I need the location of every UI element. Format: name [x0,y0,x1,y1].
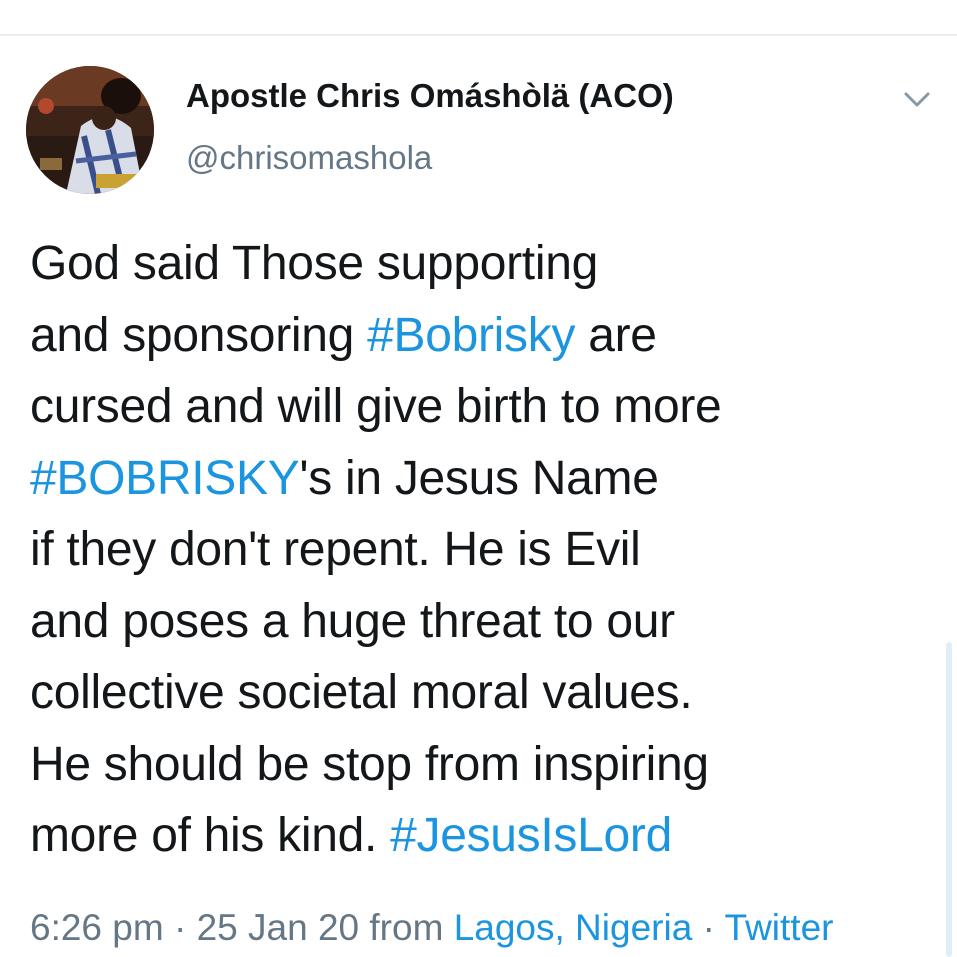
tweet-screenshot: Apostle Chris Omáshòlä (ACO) @chrisomash… [0,0,957,957]
tweet-line: #BOBRISKY's in Jesus Name [30,443,930,515]
tweet-text-segment: if they don't repent. He is Evil [30,523,641,576]
tweet-text-segment: more of his kind. [30,809,391,862]
user-handle[interactable]: @chrisomashola [186,138,432,178]
avatar[interactable] [26,66,154,194]
tweet-line: collective societal moral values. [30,657,930,729]
tweet-line: cursed and will give birth to more [30,371,930,443]
from-label: from [369,907,444,948]
meta-separator: · [173,907,187,948]
chevron-down-icon[interactable] [900,86,934,112]
tweet-text-segment: are [575,308,657,362]
tweet-time[interactable]: 6:26 pm [30,907,164,948]
avatar-image [26,66,154,194]
tweet-text-segment: cursed and will give birth to more [30,380,722,433]
tweet-line: and sponsoring #Bobrisky are [30,300,930,372]
tweet-text-segment: collective societal moral values. [30,666,693,719]
scroll-indicator[interactable] [946,642,952,957]
tweet-text-segment: and sponsoring [30,308,368,362]
tweet-line: and poses a huge threat to our [30,586,930,658]
tweet-line: if they don't repent. He is Evil [30,514,930,586]
display-name[interactable]: Apostle Chris Omáshòlä (ACO) [186,76,674,116]
tweet-line: more of his kind. #JesusIsLord [30,800,930,872]
top-divider [0,34,957,36]
tweet-text-segment: He should be stop from inspiring [30,737,709,791]
hashtag-jesusislord[interactable]: #JesusIsLord [390,809,672,862]
tweet-line: He should be stop from inspiring [30,729,930,801]
tweet-text-segment: and poses a huge threat to our [30,594,675,648]
tweet-text-segment: God said Those supporting [30,237,598,290]
tweet-date[interactable]: 25 Jan 20 [197,907,360,948]
tweet-line: God said Those supporting [30,228,930,300]
tweet-text-segment: 's in Jesus Name [299,451,659,505]
tweet-location[interactable]: Lagos, Nigeria [454,907,693,948]
tweet-source[interactable]: Twitter [725,907,834,948]
tweet-text: God said Those supporting and sponsoring… [30,228,930,872]
hashtag-bobrisky[interactable]: #Bobrisky [367,309,575,362]
tweet-metadata: 6:26 pm · 25 Jan 20 from Lagos, Nigeria … [30,906,833,950]
hashtag-bobrisky-caps[interactable]: #BOBRISKY [30,452,300,505]
meta-separator: · [702,907,715,948]
